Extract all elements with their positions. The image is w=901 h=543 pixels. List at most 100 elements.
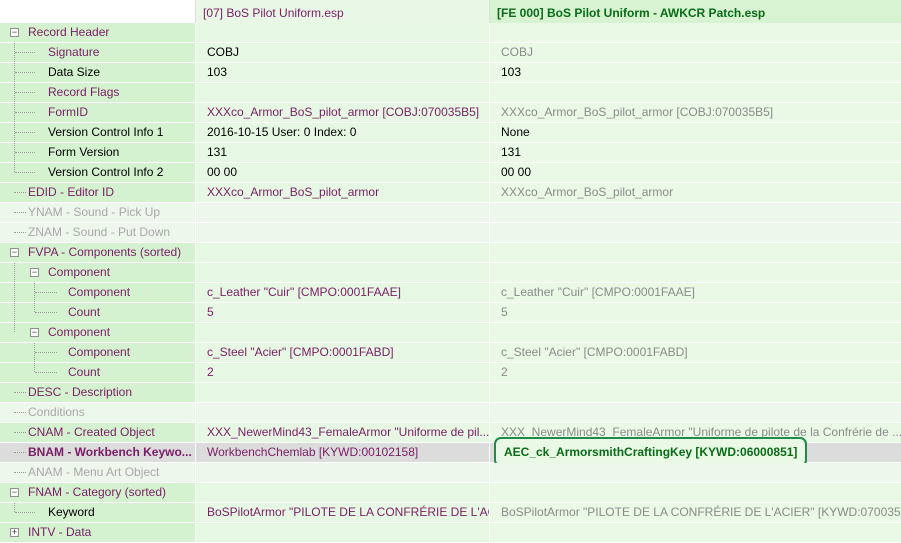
record-row[interactable]: Keyword BoSPilotArmor "PILOTE DE LA CONF… — [0, 503, 901, 523]
record-field-label: EDID - Editor ID — [28, 185, 115, 199]
plugin-2-value[interactable] — [490, 403, 901, 422]
plugin-2-value[interactable] — [490, 83, 901, 102]
header-name-column — [0, 0, 196, 23]
plugin-1-value[interactable]: 2 — [196, 363, 490, 382]
plugin-2-value[interactable]: XXXco_Armor_BoS_pilot_armor — [490, 183, 901, 202]
record-row[interactable]: − Component — [0, 323, 901, 343]
record-row[interactable]: + INTV - Data — [0, 523, 901, 543]
record-row[interactable]: − Component — [0, 263, 901, 283]
plugin-2-value[interactable]: c_Steel "Acier" [CMPO:0001FABD] — [490, 343, 901, 362]
plugin-1-value[interactable] — [196, 463, 490, 482]
record-row-selected[interactable]: BNAM - Workbench Keywo... WorkbenchCheml… — [0, 437, 901, 467]
record-compare-grid: [07] BoS Pilot Uniform.esp [FE 000] BoS … — [0, 0, 901, 543]
record-field-label: ZNAM - Sound - Put Down — [28, 225, 171, 239]
column-header: [07] BoS Pilot Uniform.esp [FE 000] BoS … — [0, 0, 901, 23]
plugin-2-value[interactable] — [490, 323, 901, 342]
plugin-1-value[interactable] — [196, 323, 490, 342]
collapse-icon[interactable]: − — [10, 248, 19, 257]
plugin-1-value[interactable]: c_Steel "Acier" [CMPO:0001FABD] — [196, 343, 490, 362]
record-row[interactable]: − FNAM - Category (sorted) — [0, 483, 901, 503]
collapse-icon[interactable]: − — [30, 268, 39, 277]
record-field-label: FNAM - Category (sorted) — [28, 485, 167, 499]
plugin-1-value[interactable]: XXX_NewerMind43_FemaleArmor "Uniforme de… — [196, 423, 490, 442]
record-row[interactable]: EDID - Editor ID XXXco_Armor_BoS_pilot_a… — [0, 183, 901, 203]
record-row[interactable]: Version Control Info 1 2016-10-15 User: … — [0, 123, 901, 143]
collapse-icon[interactable]: − — [10, 488, 19, 497]
plugin-1-value[interactable] — [196, 223, 490, 242]
plugin-2-value[interactable]: 2 — [490, 363, 901, 382]
plugin-1-value[interactable] — [196, 243, 490, 262]
record-row[interactable]: Count 5 5 — [0, 303, 901, 323]
plugin-2-value[interactable]: 5 — [490, 303, 901, 322]
plugin-1-value[interactable]: 5 — [196, 303, 490, 322]
plugin-2-value[interactable] — [490, 483, 901, 502]
plugin-1-value[interactable] — [196, 83, 490, 102]
record-field-label: ANAM - Menu Art Object — [28, 465, 160, 479]
plugin-1-value[interactable] — [196, 263, 490, 282]
record-row[interactable]: ANAM - Menu Art Object — [0, 463, 901, 483]
plugin-1-value[interactable]: XXXco_Armor_BoS_pilot_armor [COBJ:070035… — [196, 103, 490, 122]
record-field-label: Record Header — [28, 25, 110, 39]
plugin-1-value[interactable]: COBJ — [207, 45, 239, 59]
record-row[interactable]: ZNAM - Sound - Put Down — [0, 223, 901, 243]
plugin-1-value[interactable] — [196, 23, 490, 42]
record-field-label: Component — [68, 345, 131, 359]
record-row[interactable]: DESC - Description — [0, 383, 901, 403]
plugin-2-value[interactable]: COBJ — [490, 43, 901, 62]
record-row[interactable]: FormID XXXco_Armor_BoS_pilot_armor [COBJ… — [0, 103, 901, 123]
plugin-2-value[interactable]: 103 — [490, 63, 901, 82]
plugin-1-value[interactable] — [196, 403, 490, 422]
record-row[interactable]: Version Control Info 2 00 00 00 00 — [0, 163, 901, 183]
plugin-1-value[interactable]: c_Leather "Cuir" [CMPO:0001FAAE] — [196, 283, 490, 302]
plugin-2-value[interactable]: 00 00 — [490, 163, 901, 182]
record-field-label: FormID — [48, 105, 88, 119]
plugin-1-value[interactable] — [196, 483, 490, 502]
plugin-2-value[interactable] — [490, 203, 901, 222]
plugin-1-value[interactable]: WorkbenchChemlab [KYWD:00102158] — [196, 443, 490, 462]
plugin-2-value[interactable]: 131 — [490, 143, 901, 162]
record-field-label: Component — [48, 265, 111, 279]
plugin-1-value[interactable] — [196, 203, 490, 222]
record-field-label: Component — [48, 325, 111, 339]
plugin-1-value[interactable]: 131 — [207, 145, 227, 159]
header-plugin-1[interactable]: [07] BoS Pilot Uniform.esp — [196, 0, 490, 23]
header-plugin-2[interactable]: [FE 000] BoS Pilot Uniform - AWKCR Patch… — [490, 0, 901, 23]
plugin-2-value[interactable] — [490, 463, 901, 482]
plugin-1-value[interactable]: BoSPilotArmor "PILOTE DE LA CONFRÉRIE DE… — [196, 503, 490, 522]
record-row[interactable]: Signature COBJ COBJ — [0, 43, 901, 63]
plugin-2-value[interactable]: BoSPilotArmor "PILOTE DE LA CONFRÉRIE DE… — [490, 503, 901, 522]
plugin-1-value[interactable] — [196, 523, 490, 542]
plugin-2-value[interactable]: c_Leather "Cuir" [CMPO:0001FAAE] — [490, 283, 901, 302]
record-row[interactable]: − Record Header — [0, 23, 901, 43]
record-row[interactable]: Component c_Leather "Cuir" [CMPO:0001FAA… — [0, 283, 901, 303]
collapse-icon[interactable]: − — [30, 328, 39, 337]
record-row[interactable]: Component c_Steel "Acier" [CMPO:0001FABD… — [0, 343, 901, 363]
record-field-label: DESC - Description — [28, 385, 133, 399]
record-field-label: Record Flags — [48, 85, 120, 99]
record-field-label: Component — [68, 285, 131, 299]
record-row[interactable]: Data Size 103 103 — [0, 63, 901, 83]
record-field-label: YNAM - Sound - Pick Up — [28, 205, 161, 219]
collapse-icon[interactable]: − — [10, 28, 19, 37]
plugin-2-value[interactable] — [490, 263, 901, 282]
plugin-2-value[interactable] — [490, 383, 901, 402]
plugin-2-value[interactable]: XXXco_Armor_BoS_pilot_armor [COBJ:070035… — [490, 103, 901, 122]
record-row[interactable]: − FVPA - Components (sorted) — [0, 243, 901, 263]
record-row[interactable]: Conditions — [0, 403, 901, 423]
plugin-2-value[interactable] — [490, 223, 901, 242]
record-row[interactable]: Count 2 2 — [0, 363, 901, 383]
record-row[interactable]: Record Flags — [0, 83, 901, 103]
record-field-label: Signature — [48, 45, 100, 59]
plugin-1-value[interactable]: XXXco_Armor_BoS_pilot_armor — [196, 183, 490, 202]
plugin-1-value[interactable]: 2016-10-15 User: 0 Index: 0 — [207, 125, 356, 139]
plugin-2-value[interactable] — [490, 523, 901, 542]
plugin-2-value[interactable] — [490, 243, 901, 262]
record-field-label: Count — [68, 305, 101, 319]
plugin-1-value[interactable] — [196, 383, 490, 402]
plugin-2-value[interactable]: None — [490, 123, 901, 142]
record-row[interactable]: Form Version 131 131 — [0, 143, 901, 163]
plugin-1-value[interactable]: 00 00 — [207, 165, 237, 179]
record-row[interactable]: YNAM - Sound - Pick Up — [0, 203, 901, 223]
plugin-1-value[interactable]: 103 — [207, 65, 227, 79]
plugin-2-value[interactable] — [490, 23, 901, 42]
